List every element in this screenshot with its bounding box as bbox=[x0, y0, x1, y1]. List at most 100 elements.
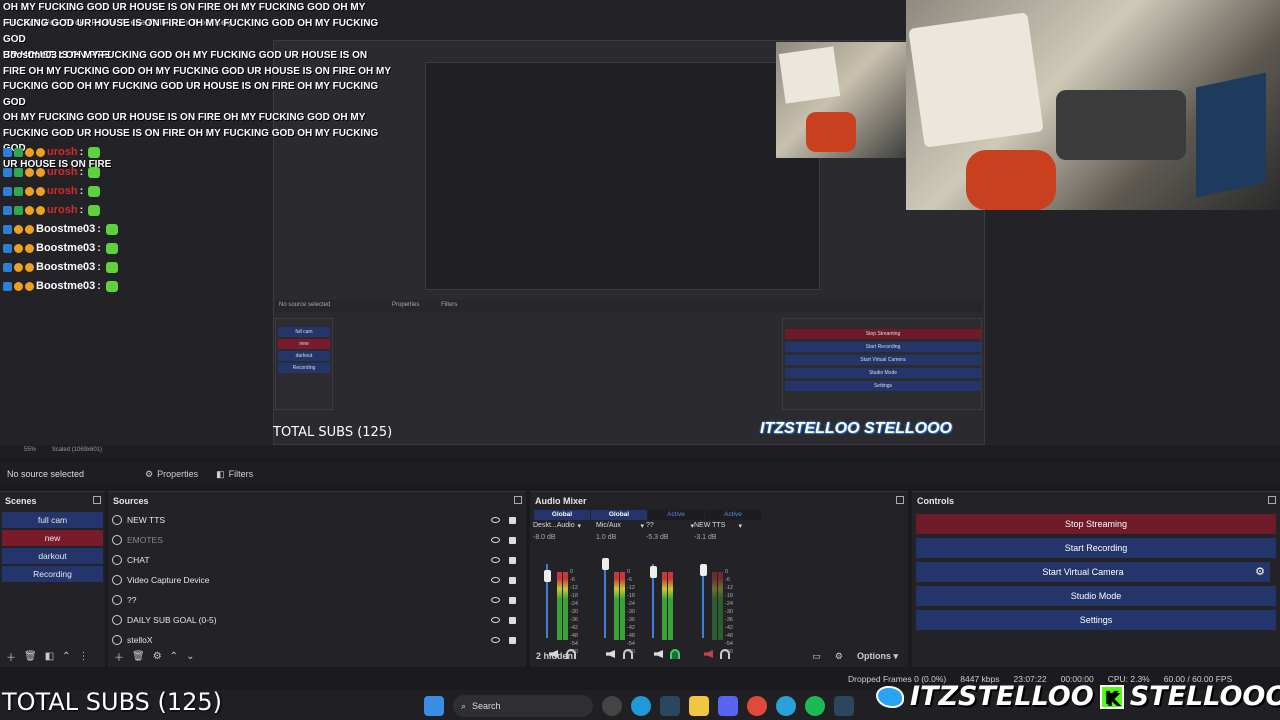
options-button[interactable]: Options ▾ bbox=[857, 651, 898, 662]
globe-icon bbox=[112, 555, 122, 565]
mixer-settings-icon[interactable]: ⚙ bbox=[835, 651, 843, 662]
folder-icon[interactable] bbox=[689, 696, 709, 716]
eye-icon[interactable] bbox=[491, 517, 500, 523]
audio-mixer-dock: Audio Mixer Global Global Active Active … bbox=[530, 491, 908, 667]
scenes-title: Scenes bbox=[0, 492, 105, 510]
kick-icon: K bbox=[1099, 684, 1124, 709]
webcam-feed bbox=[906, 0, 1280, 210]
mixer-meters: 0 -6 -12 -18 -24 -30 -36 -42 -48 -54 -60 0 -6 -12 -18… bbox=[530, 542, 750, 659]
sources-footer: ＋ 🗑 ⚙ ⌃ ⌄ bbox=[108, 645, 526, 667]
filters-button[interactable]: ◧ Filters bbox=[216, 469, 253, 480]
chevron-down-icon[interactable]: ▾ bbox=[640, 522, 644, 530]
lock-icon[interactable] bbox=[509, 516, 516, 524]
nested-source-bar: No source selected Properties Filters bbox=[275, 300, 983, 312]
settings-button[interactable]: Settings bbox=[916, 610, 1276, 630]
mixer-tab-global[interactable]: Global bbox=[534, 510, 590, 520]
obs-icon[interactable] bbox=[602, 696, 622, 716]
properties-button[interactable]: ⚙ Properties bbox=[145, 469, 198, 480]
stop-streaming-button[interactable]: Stop Streaming bbox=[916, 514, 1276, 534]
mixer-tab-active-2[interactable]: Active bbox=[705, 510, 761, 520]
lock-icon[interactable] bbox=[509, 616, 516, 624]
mixer-title: Audio Mixer bbox=[530, 492, 908, 510]
edge-icon[interactable] bbox=[631, 696, 651, 716]
trash-icon[interactable]: 🗑 bbox=[24, 651, 37, 662]
twitter-icon bbox=[876, 685, 904, 708]
lock-icon[interactable] bbox=[509, 636, 516, 644]
more-icon[interactable]: ⋮ bbox=[79, 651, 89, 662]
telegram-icon[interactable] bbox=[776, 696, 796, 716]
source-daily-sub-goal[interactable]: DAILY SUB GOAL (0-5) bbox=[108, 610, 526, 630]
scene-darkout[interactable]: darkout bbox=[2, 548, 103, 564]
chat-row: Boostme03: bbox=[3, 221, 118, 237]
source-video-capture[interactable]: Video Capture Device bbox=[108, 570, 526, 590]
chat-row: urosh: bbox=[3, 164, 101, 180]
lock-icon[interactable] bbox=[509, 556, 516, 564]
virtual-camera-gear-icon[interactable]: ⚙ bbox=[1250, 562, 1270, 582]
scene-full-cam[interactable]: full cam bbox=[2, 512, 103, 528]
eye-icon[interactable] bbox=[491, 577, 500, 583]
globe-icon bbox=[112, 515, 122, 525]
layout-icon[interactable]: ▭ bbox=[812, 651, 821, 662]
start-recording-button[interactable]: Start Recording bbox=[916, 538, 1276, 558]
spotify-icon[interactable] bbox=[805, 696, 825, 716]
chevron-up-icon[interactable]: ⌃ bbox=[62, 651, 70, 662]
lock-icon[interactable] bbox=[509, 596, 516, 604]
eye-icon[interactable] bbox=[491, 617, 500, 623]
preview-canvas[interactable]: No source selected Properties Filters fu… bbox=[0, 0, 1280, 445]
chevron-down-icon[interactable]: ▾ bbox=[577, 522, 581, 530]
lock-icon[interactable] bbox=[509, 536, 516, 544]
mixer-tab-active[interactable]: Active bbox=[648, 510, 704, 520]
add-icon[interactable]: ＋ bbox=[6, 649, 16, 664]
scene-new[interactable]: new bbox=[2, 530, 103, 546]
lock-icon[interactable] bbox=[509, 576, 516, 584]
controls-title: Controls bbox=[912, 492, 1280, 510]
source-chat[interactable]: CHAT bbox=[108, 550, 526, 570]
scene-recording[interactable]: Recording bbox=[2, 566, 103, 582]
source-new-tts[interactable]: NEW TTS bbox=[108, 510, 526, 530]
discord-icon[interactable] bbox=[718, 696, 738, 716]
no-source-label: No source selected bbox=[7, 469, 85, 479]
hidden-count: 2 hidden bbox=[536, 651, 574, 661]
eye-icon[interactable] bbox=[491, 597, 500, 603]
text-icon bbox=[112, 615, 122, 625]
eye-off-icon[interactable] bbox=[491, 537, 500, 543]
chevron-down-icon[interactable]: ⌄ bbox=[186, 651, 194, 662]
filter-icon[interactable]: ◧ bbox=[45, 651, 54, 662]
sources-dock: Sources NEW TTS EMOTES CHAT Video Captur… bbox=[108, 491, 526, 667]
camera-icon bbox=[112, 575, 122, 585]
source-unknown[interactable]: ?? bbox=[108, 590, 526, 610]
preview-status: 55% Scaled (1069x601) bbox=[0, 445, 1280, 457]
steam-icon[interactable] bbox=[660, 696, 680, 716]
source-toolbar: No source selected ⚙ Properties ◧ Filters bbox=[0, 463, 1280, 485]
chevron-down-icon[interactable]: ▾ bbox=[738, 522, 742, 530]
trash-icon[interactable]: 🗑 bbox=[132, 651, 145, 662]
gear-icon[interactable]: ⚙ bbox=[153, 651, 162, 662]
chevron-up-icon[interactable]: ⌃ bbox=[170, 651, 178, 662]
chat-row: urosh: bbox=[3, 144, 101, 160]
eye-icon[interactable] bbox=[491, 637, 500, 643]
chrome-icon[interactable] bbox=[747, 696, 767, 716]
chat-row: urosh: bbox=[3, 202, 101, 218]
filter-icon: ◧ bbox=[216, 468, 225, 479]
total-subs-overlay: TOTAL SUBS (125) bbox=[2, 688, 223, 716]
gear-icon: ⚙ bbox=[145, 468, 154, 479]
scenes-dock: Scenes full cam new darkout Recording ＋ … bbox=[0, 491, 105, 667]
eye-icon[interactable] bbox=[491, 557, 500, 563]
webcam-small bbox=[776, 42, 908, 158]
nested-handles: ITZSTELLOO STELLOOO bbox=[760, 420, 952, 437]
mixer-footer: 2 hidden ▭ ⚙ Options ▾ bbox=[530, 645, 908, 667]
obs-window: No source selected Properties Filters fu… bbox=[0, 0, 1280, 720]
chat-row: Boostme03: bbox=[3, 259, 118, 275]
controls-dock: Controls Stop Streaming Start Recording … bbox=[912, 491, 1280, 667]
globe-icon bbox=[112, 535, 122, 545]
chat-row: urosh: bbox=[3, 183, 101, 199]
start-virtual-camera-button[interactable]: Start Virtual Camera bbox=[916, 562, 1250, 582]
nested-controls: Stop Streaming Start Recording Start Vir… bbox=[782, 318, 982, 410]
source-emotes[interactable]: EMOTES bbox=[108, 530, 526, 550]
studio-mode-button[interactable]: Studio Mode bbox=[916, 586, 1276, 606]
add-icon[interactable]: ＋ bbox=[114, 649, 124, 664]
steam-icon-2[interactable] bbox=[834, 696, 854, 716]
taskbar-search[interactable]: ⌕ Search bbox=[453, 695, 593, 717]
windows-start-icon[interactable] bbox=[424, 696, 444, 716]
mixer-tab-global-2[interactable]: Global bbox=[591, 510, 647, 520]
